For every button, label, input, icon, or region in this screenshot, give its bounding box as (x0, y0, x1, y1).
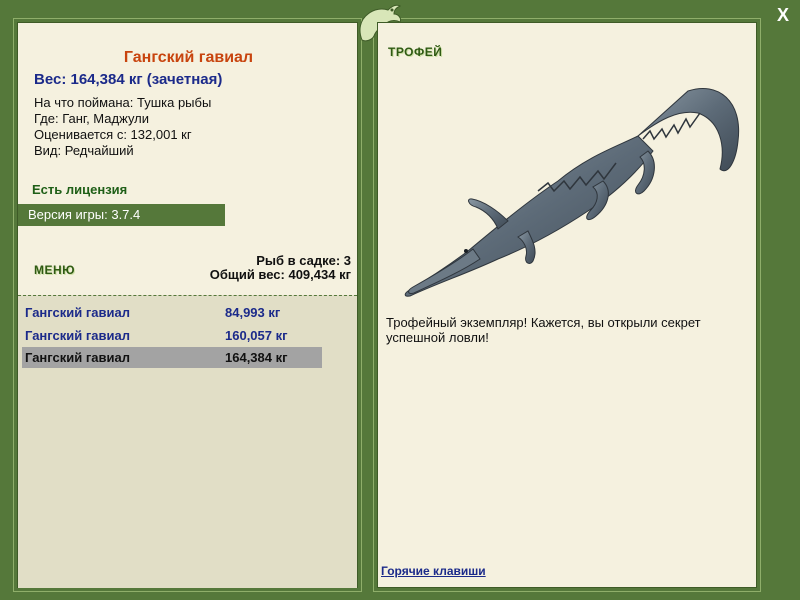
hotkeys-link[interactable]: Горячие клавиши (381, 564, 486, 578)
rarity-info: Вид: Редчайший (34, 143, 134, 158)
license-status: Есть лицензия (32, 182, 128, 197)
valuation-info: Оценивается с: 132,001 кг (34, 127, 192, 142)
gharial-image (404, 87, 740, 297)
close-button[interactable]: X (772, 4, 794, 26)
location-info: Где: Ганг, Маджули (34, 111, 150, 126)
catch-list-item[interactable]: Гангский гавиал 160,057 кг (22, 325, 322, 346)
catch-list: Гангский гавиал 84,993 кг Гангский гавиа… (18, 295, 357, 588)
catch-item-weight: 84,993 кг (225, 305, 281, 320)
keepnet-count: Рыб в садке: 3 (256, 253, 351, 268)
catch-item-weight: 164,384 кг (225, 350, 288, 365)
fish-info-panel: Гангский гавиал Вес: 164,384 кг (зачетна… (17, 22, 358, 588)
game-version-bar: Версия игры: 3.7.4 (18, 204, 225, 226)
keepnet-total-weight: Общий вес: 409,434 кг (209, 267, 351, 282)
fish-title: Гангский гавиал (123, 49, 254, 66)
trophy-message: Трофейный экземпляр! Кажется, вы открыли… (386, 315, 701, 345)
catch-list-item[interactable]: Гангский гавиал 84,993 кг (22, 302, 322, 323)
menu-button[interactable]: МЕНЮ (34, 263, 75, 277)
trophy-panel: ТРОФЕЙ Трофейный экземпляр! Кажется, вы … (377, 22, 757, 588)
catch-item-name: Гангский гавиал (25, 328, 130, 343)
fish-weight: Вес: 164,384 кг (зачетная) (34, 71, 223, 88)
catch-item-weight: 160,057 кг (225, 328, 288, 343)
catch-list-item-selected[interactable]: Гангский гавиал 164,384 кг (22, 347, 322, 368)
bait-info: На что поймана: Тушка рыбы (34, 95, 212, 110)
catch-item-name: Гангский гавиал (25, 305, 130, 320)
catch-item-name: Гангский гавиал (25, 350, 130, 365)
